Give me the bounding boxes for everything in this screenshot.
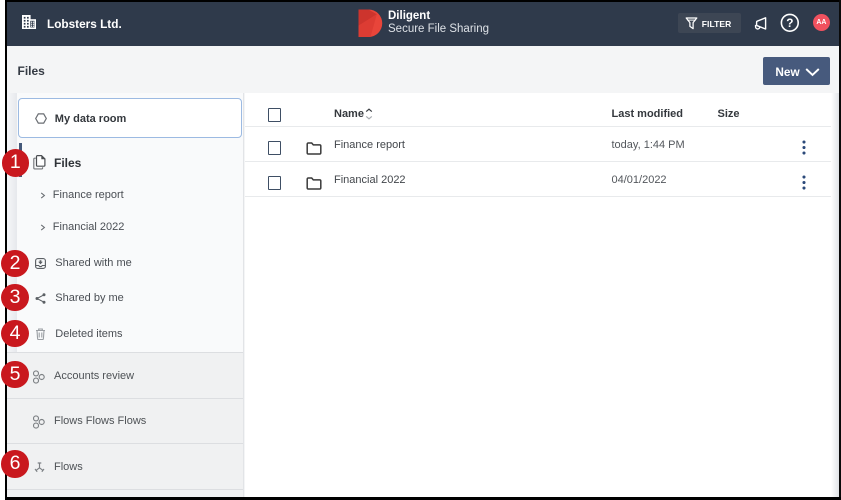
svg-text:?: ? [786, 16, 793, 30]
